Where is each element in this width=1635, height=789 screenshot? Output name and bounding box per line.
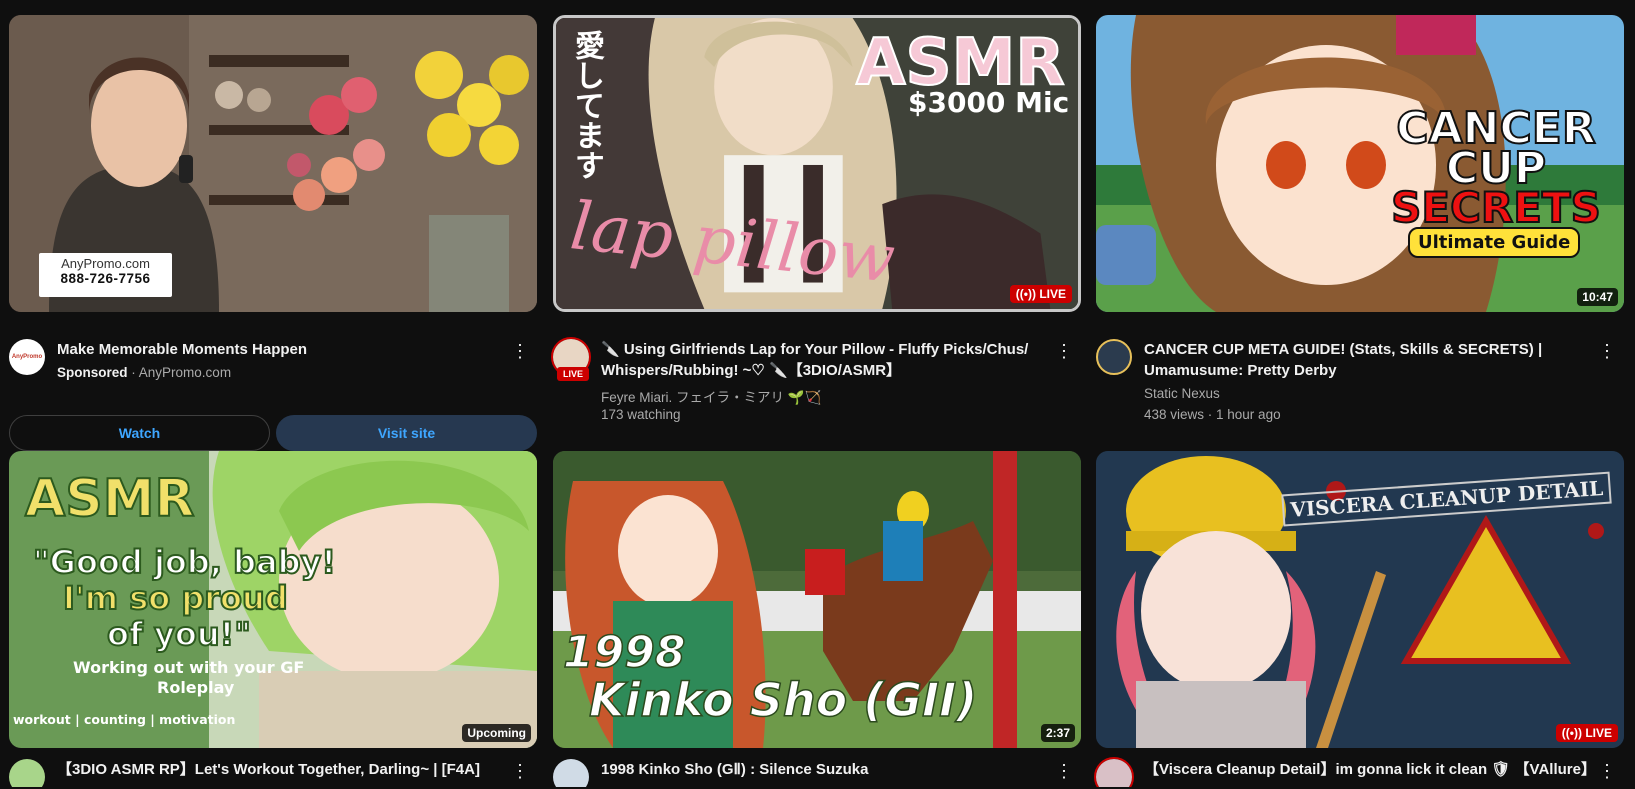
video-meta: CANCER CUP META GUIDE! (Stats, Skills & … [1096,323,1624,433]
video-card: 愛してます ASMR $3000 Mic lap pillow ((•)) LI… [551,15,1081,422]
more-vert-icon[interactable]: ⋮ [1598,339,1616,363]
channel-avatar[interactable] [1096,759,1132,789]
ad-phone-overlay: AnyPromo.com 888-726-7756 [39,253,172,297]
thumb-text-asmr: ASMR [24,468,195,530]
channel-avatar[interactable] [9,759,45,789]
video-card: CANCER CUP SECRETS Ultimate Guide 10:47 … [1096,15,1624,422]
video-card: 1998 Kinko Sho (GII) 2:37 1998 Kinko Sho… [553,451,1081,789]
ad-thumbnail[interactable]: AnyPromo.com 888-726-7756 [9,15,537,312]
video-duration: 2:37 [1040,724,1075,742]
video-grid: AnyPromo.com 888-726-7756 AnyPromo Make … [0,0,1635,789]
thumb-text-year: 1998 [562,626,686,679]
more-vert-icon[interactable]: ⋮ [511,339,529,363]
video-thumbnail[interactable]: CANCER CUP SECRETS Ultimate Guide 10:47 [1096,15,1624,312]
visit-site-button[interactable]: Visit site [276,415,537,451]
video-stats: 438 views · 1 hour ago [1144,407,1281,422]
more-vert-icon[interactable]: ⋮ [1055,759,1073,783]
ad-title[interactable]: Make Memorable Moments Happen [57,339,503,360]
more-vert-icon[interactable]: ⋮ [1055,339,1073,363]
thumb-text-guide: Ultimate Guide [1408,227,1581,258]
video-title[interactable]: 1998 Kinko Sho (GⅡ) : Silence Suzuka [601,759,1047,780]
video-stats: 173 watching [601,407,681,422]
thumb-text-secrets: SECRETS [1390,182,1602,233]
video-thumbnail[interactable]: VISCERA CLEANUP DETAIL ((•)) LIVE [1096,451,1624,748]
thumb-text-quote-1: "Good job, baby! [32,542,337,582]
upcoming-badge: Upcoming [462,724,531,742]
ad-overlay-phone: 888-726-7756 [60,271,151,286]
live-broadcast-icon: ((•)) [1015,287,1036,301]
video-title[interactable]: 【Viscera Cleanup Detail】im gonna lick it… [1144,759,1596,780]
avatar-live-label: LIVE [557,367,589,381]
more-vert-icon[interactable]: ⋮ [511,759,529,783]
ad-card: AnyPromo.com 888-726-7756 AnyPromo Make … [9,15,537,451]
video-meta: LIVE 🔪 Using Girlfriends Lap for Your Pi… [551,323,1081,433]
video-thumbnail[interactable]: 愛してます ASMR $3000 Mic lap pillow ((•)) LI… [553,15,1081,312]
live-badge: ((•)) LIVE [1009,285,1072,303]
sponsored-label: Sponsored [57,365,128,380]
live-broadcast-icon: ((•)) [1561,726,1582,740]
thumb-text-quote-3: of you!" [106,614,252,654]
video-duration: 10:47 [1577,288,1618,306]
more-vert-icon[interactable]: ⋮ [1598,759,1616,783]
thumb-text-roleplay: Roleplay [157,678,235,697]
video-meta: 1998 Kinko Sho (GⅡ) : Silence Suzuka ⋮ [553,749,1081,789]
thumb-text-jp: 愛してます [569,30,604,180]
video-title[interactable]: 【3DIO ASMR RP】Let's Workout Together, Da… [57,759,503,780]
watch-button[interactable]: Watch [9,415,270,451]
thumb-text-quote-2: I'm so proud [62,578,289,618]
advertiser-name[interactable]: · AnyPromo.com [131,365,231,380]
live-badge-label: LIVE [1585,726,1612,740]
channel-avatar[interactable] [553,759,589,789]
live-badge-label: LIVE [1039,287,1066,301]
video-meta: 【3DIO ASMR RP】Let's Workout Together, Da… [9,749,537,789]
video-title[interactable]: 🔪 Using Girlfriends Lap for Your Pillow … [601,339,1047,381]
thumb-text-subtitle: Working out with your GF [73,658,305,677]
channel-name[interactable]: Feyre Miari. フェイラ・ミアリ 🌱🏹 [601,386,821,406]
live-badge: ((•)) LIVE [1555,724,1618,742]
channel-name[interactable]: Static Nexus [1144,386,1220,401]
advertiser-avatar[interactable]: AnyPromo [9,339,45,375]
video-card: VISCERA CLEANUP DETAIL ((•)) LIVE 【Visce… [1094,451,1624,789]
ad-overlay-brand: AnyPromo.com [61,256,150,271]
thumb-text-race: Kinko Sho (GII) [588,672,978,728]
thumb-text-tags: workout | counting | motivation [13,712,236,727]
video-thumbnail[interactable]: ASMR "Good job, baby! I'm so proud of yo… [9,451,537,748]
advertiser-avatar-text: AnyPromo [11,354,43,360]
thumb-text-mic: $3000 Mic [908,86,1070,119]
channel-avatar[interactable] [1096,339,1132,375]
video-meta: 【Viscera Cleanup Detail】im gonna lick it… [1094,749,1624,789]
video-title[interactable]: CANCER CUP META GUIDE! (Stats, Skills & … [1144,339,1590,381]
video-thumbnail[interactable]: 1998 Kinko Sho (GII) 2:37 [553,451,1081,748]
video-card: ASMR "Good job, baby! I'm so proud of yo… [9,451,537,789]
ad-subline: Sponsored · AnyPromo.com [57,365,231,380]
